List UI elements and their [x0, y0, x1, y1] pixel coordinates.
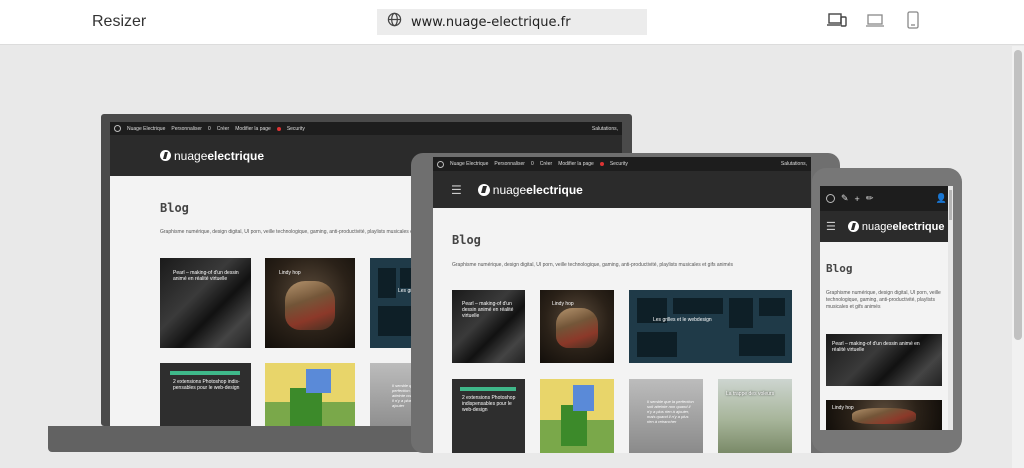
tablet-viewport[interactable]: Nuage Electrique Personnaliser 0 Créer M…	[433, 157, 811, 453]
site-logo[interactable]: nuage electrique	[160, 149, 264, 163]
post-tile[interactable]	[540, 379, 614, 453]
laptop-button[interactable]	[863, 11, 887, 33]
accent-bar	[170, 371, 240, 375]
post-caption: 2 extensions Photoshop indis-pensables p…	[173, 379, 240, 391]
cloud-logo-icon	[847, 221, 859, 232]
address-bar[interactable]: www.nuage-electrique.fr	[377, 9, 647, 35]
site-logo[interactable]: nuage electrique	[847, 220, 945, 233]
post-tile[interactable]: La trappe des voleurs	[718, 379, 792, 453]
post-caption: Lindy hop	[832, 405, 854, 411]
blog-description: Graphisme numérique, design digital, UI …	[826, 290, 941, 310]
site-header: ☰ nuage electrique	[820, 211, 953, 242]
hamburger-menu-icon[interactable]: ☰	[826, 220, 836, 233]
mobile-button[interactable]	[901, 10, 925, 34]
admin-greeting[interactable]: Salutations,	[592, 126, 618, 132]
post-tile[interactable]: 2 extensions Photoshop indis-pensables p…	[160, 363, 251, 426]
laptop-icon	[865, 12, 885, 33]
smartphone-icon	[906, 10, 920, 34]
admin-comments[interactable]: 0	[208, 126, 211, 132]
admin-customize[interactable]: Personnaliser	[171, 126, 202, 132]
wp-admin-bar: ✎ + ✏ 👤	[820, 186, 953, 211]
post-caption: La trappe des voleurs	[726, 391, 775, 397]
site-header: ☰ nuage electrique	[433, 171, 811, 208]
scrollbar-thumb[interactable]	[1014, 50, 1022, 340]
logo-text-bold: electrique	[526, 182, 583, 197]
status-dot-icon	[599, 162, 604, 166]
post-tile[interactable]: Pearl – making-of d'un dessin animé en r…	[452, 290, 525, 363]
blog-description: Graphisme numérique, design digital, UI …	[452, 262, 733, 268]
page-scrollbar[interactable]	[1012, 46, 1024, 468]
admin-security[interactable]: Security	[610, 161, 628, 167]
blog-description: Graphisme numérique, design digital, UI …	[160, 229, 441, 235]
logo-text-bold: electrique	[892, 220, 945, 233]
wp-admin-bar: Nuage Electrique Personnaliser 0 Créer M…	[433, 157, 811, 171]
post-tile[interactable]: Pearl – making-of d'un dessin animé en r…	[160, 258, 251, 348]
globe-icon	[387, 12, 402, 32]
logo-text-light: nuage	[174, 148, 208, 163]
app-title: Resizer	[92, 13, 147, 30]
admin-new[interactable]: Créer	[540, 161, 553, 167]
post-caption: Pearl – making-of d'un dessin animé en r…	[832, 341, 920, 353]
admin-edit[interactable]: Modifier la page	[235, 126, 271, 132]
laptop-base	[48, 426, 428, 452]
status-dot-icon	[276, 126, 281, 131]
cloud-logo-icon	[160, 150, 171, 161]
post-caption: Pearl – making-of d'un dessin animé en r…	[462, 301, 514, 319]
admin-new[interactable]: Créer	[217, 126, 230, 132]
post-caption: 2 extensions Photoshop indispensables po…	[462, 395, 516, 413]
phone-scrollbar-thumb[interactable]	[949, 190, 952, 220]
user-avatar-icon[interactable]: 👤	[936, 193, 947, 204]
blog-title: Blog	[160, 201, 189, 215]
admin-edit[interactable]: Modifier la page	[558, 161, 594, 167]
post-tile[interactable]: Lindy hop	[540, 290, 614, 363]
admin-comments[interactable]: 0	[531, 161, 534, 167]
edit-pencil-icon[interactable]: ✏	[866, 193, 874, 204]
customize-brush-icon[interactable]: ✎	[841, 193, 849, 204]
blog-title: Blog	[826, 262, 853, 275]
post-tile[interactable]: 2 extensions Photoshop indispensables po…	[452, 379, 525, 453]
site-logo[interactable]: nuage electrique	[477, 182, 583, 197]
accent-bar	[460, 387, 516, 391]
logo-text-bold: electrique	[207, 148, 265, 163]
cloud-logo-icon	[477, 183, 490, 196]
post-tile[interactable]: Pearl – making-of d'un dessin animé en r…	[826, 334, 942, 386]
hamburger-menu-icon[interactable]: ☰	[451, 183, 462, 197]
logo-text-light: nuage	[861, 220, 893, 233]
post-caption: Les grilles et le webdesign	[653, 317, 712, 323]
admin-site-name[interactable]: Nuage Electrique	[450, 161, 488, 167]
wp-admin-bar: Nuage Electrique Personnaliser 0 Créer M…	[110, 122, 622, 135]
wordpress-icon[interactable]	[826, 194, 835, 203]
post-caption: Les gr	[398, 288, 412, 294]
phone-scrollbar[interactable]	[948, 186, 953, 430]
blog-title: Blog	[452, 233, 481, 247]
url-text[interactable]: www.nuage-electrique.fr	[411, 15, 571, 30]
post-caption: Lindy hop	[552, 301, 574, 307]
logo-text-light: nuage	[492, 182, 527, 197]
post-tile[interactable]: Lindy hop	[265, 258, 355, 348]
post-tile[interactable]: Il semble que la perfection soit atteint…	[629, 379, 703, 453]
wordpress-icon[interactable]	[114, 125, 121, 132]
top-bar: Resizer www.nuage-electrique.fr	[0, 0, 1024, 45]
admin-site-name[interactable]: Nuage Electrique	[127, 126, 165, 132]
wordpress-icon[interactable]	[437, 160, 444, 168]
post-caption: Il semble que la perfection soit atteint…	[647, 399, 694, 424]
admin-customize[interactable]: Personnaliser	[494, 161, 525, 167]
admin-security[interactable]: Security	[287, 126, 305, 132]
post-tile[interactable]: Les grilles et le webdesign	[629, 290, 792, 363]
post-tile[interactable]	[265, 363, 355, 426]
phone-viewport[interactable]: ✎ + ✏ 👤 ☰ nuage electrique Blog Graphisme…	[820, 186, 953, 430]
devices-icon	[827, 12, 847, 33]
plus-icon[interactable]: +	[855, 194, 860, 204]
post-caption: Pearl – making-of d'un dessin animé en r…	[173, 270, 239, 282]
admin-greeting[interactable]: Salutations,	[781, 161, 807, 167]
post-caption: Lindy hop	[279, 270, 301, 276]
post-tile[interactable]: Lindy hop	[826, 400, 942, 430]
responsive-all-button[interactable]	[825, 11, 849, 33]
